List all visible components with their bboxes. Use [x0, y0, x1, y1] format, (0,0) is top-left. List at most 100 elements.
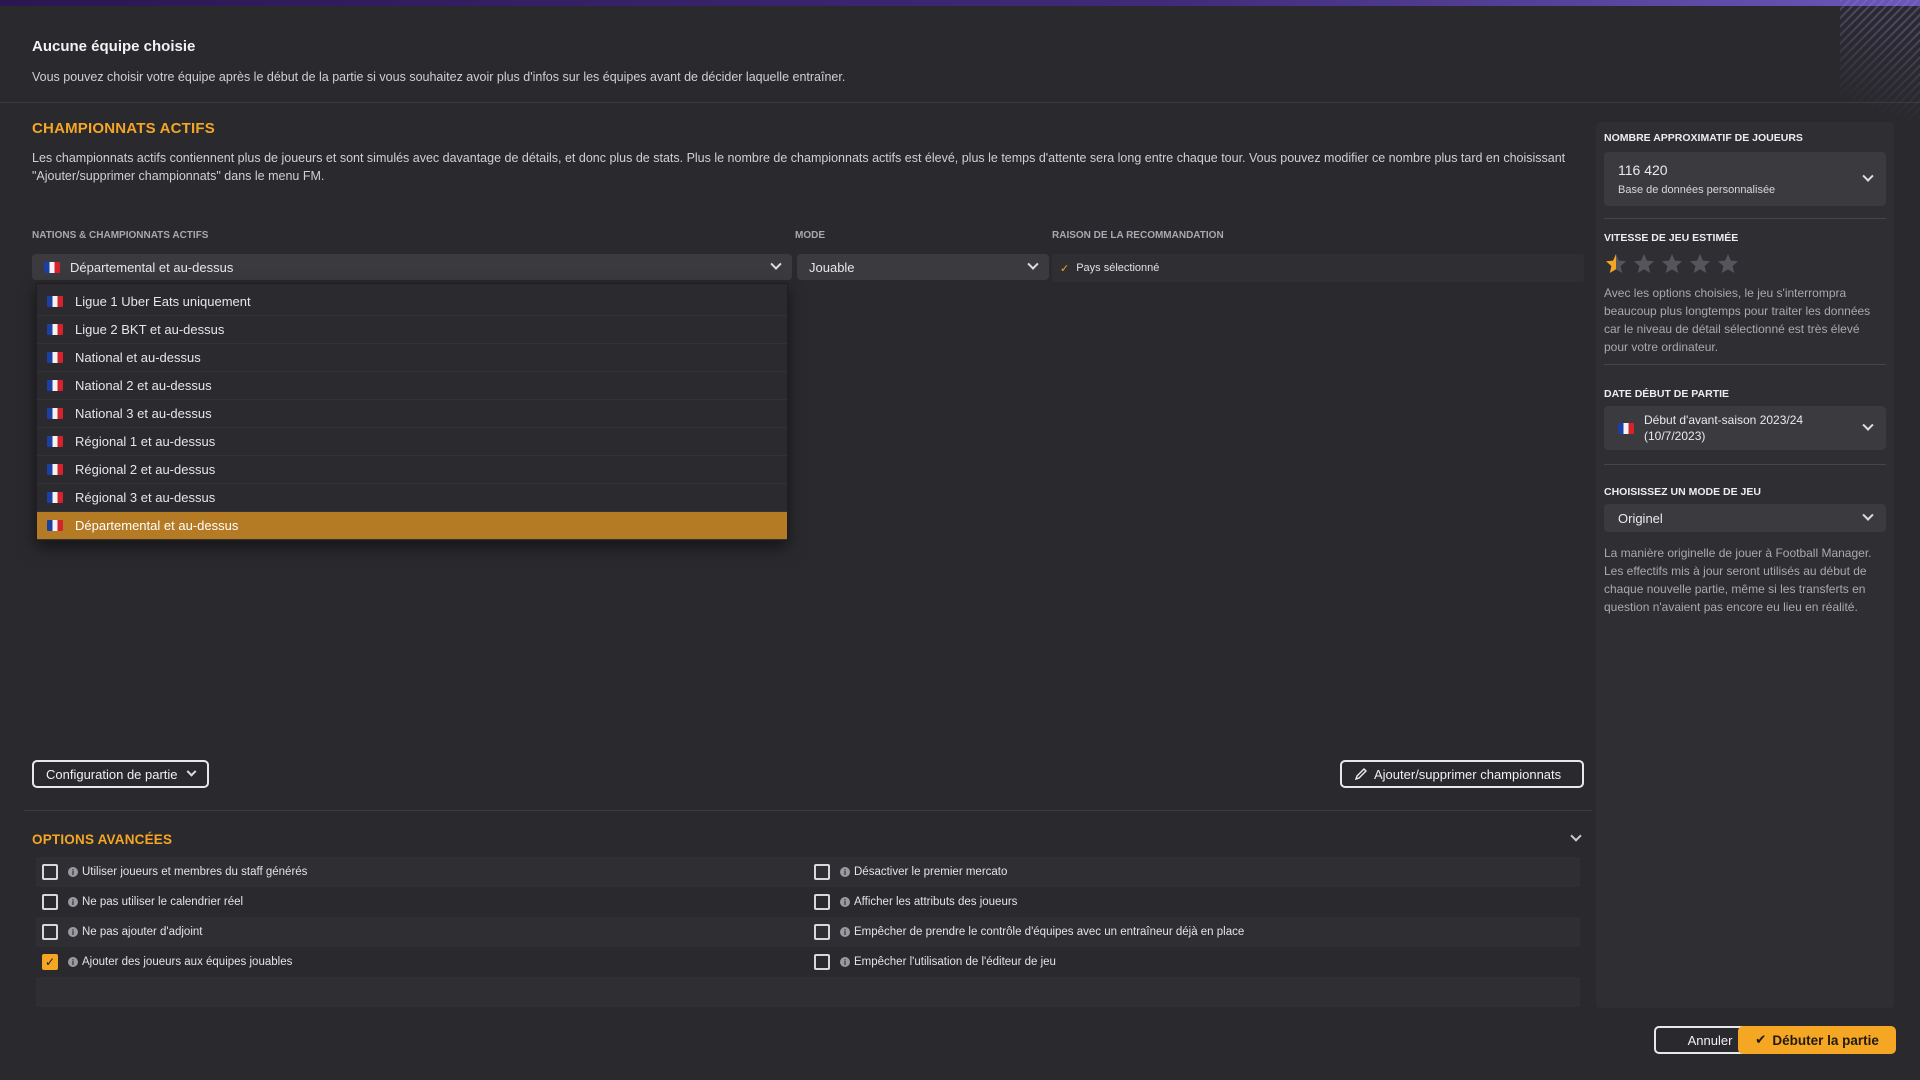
header-divider — [0, 102, 1920, 103]
mode-select-value: Jouable — [809, 259, 855, 275]
checkbox[interactable] — [814, 864, 830, 880]
option-add-players[interactable]: ✓ i Ajouter des joueurs aux équipes jouabl… — [36, 947, 808, 977]
sidebar-divider — [1604, 464, 1886, 465]
active-leagues-section: CHAMPIONNATS ACTIFS Les championnats act… — [32, 120, 1584, 185]
game-config-button-label: Configuration de partie — [46, 766, 178, 782]
players-count-select[interactable]: 116 420 Base de données personnalisée — [1604, 152, 1886, 206]
france-flag-icon — [47, 408, 63, 419]
start-date-label: DATE DÉBUT DE PARTIE — [1604, 388, 1730, 400]
dropdown-item[interactable]: Régional 1 et au-dessus — [37, 428, 787, 456]
dropdown-item[interactable]: Ligue 1 Uber Eats uniquement — [37, 288, 787, 316]
option-label: Désactiver le premier mercato — [854, 866, 1008, 878]
game-speed-label: VITESSE DE JEU ESTIMÉE — [1604, 232, 1739, 244]
sidebar-divider — [1604, 364, 1886, 365]
option-show-attributes[interactable]: i Afficher les attributs des joueurs — [808, 887, 1580, 917]
page-subtitle: Vous pouvez choisir votre équipe après l… — [32, 70, 846, 84]
mode-column-label: MODE — [795, 230, 825, 241]
chevron-down-icon — [1027, 258, 1039, 270]
info-icon[interactable]: i — [840, 897, 850, 907]
page-header: Aucune équipe choisie Vous pouvez choisi… — [32, 38, 1872, 84]
option-prevent-editor[interactable]: i Empêcher l'utilisation de l'éditeur de … — [808, 947, 1580, 977]
option-label: Empêcher l'utilisation de l'éditeur de j… — [854, 956, 1056, 968]
option-no-assistant[interactable]: i Ne pas ajouter d'adjoint — [36, 917, 808, 947]
reason-column-label: RAISON DE LA RECOMMANDATION — [1052, 230, 1224, 241]
checkbox[interactable] — [814, 894, 830, 910]
advanced-options-title: OPTIONS AVANCÉES — [32, 832, 173, 847]
start-date-value: Début d'avant-saison 2023/24 (10/7/2023) — [1644, 412, 1803, 444]
info-icon[interactable]: i — [68, 867, 78, 877]
checkbox[interactable] — [42, 864, 58, 880]
option-disable-first-window[interactable]: i Désactiver le premier mercato — [808, 857, 1580, 887]
dropdown-item-label: Régional 3 et au-dessus — [75, 490, 216, 505]
top-accent-band — [0, 0, 1920, 6]
france-flag-icon — [47, 464, 63, 475]
dropdown-item[interactable]: National 2 et au-dessus — [37, 372, 787, 400]
dropdown-item-label: Ligue 2 BKT et au-dessus — [75, 322, 225, 337]
france-flag-icon — [47, 324, 63, 335]
game-mode-select[interactable]: Originel — [1604, 504, 1886, 532]
check-icon: ✔ — [1755, 1032, 1767, 1047]
france-flag-icon — [47, 520, 63, 531]
option-no-real-calendar[interactable]: i Ne pas utiliser le calendrier réel — [36, 887, 808, 917]
dropdown-item[interactable]: National et au-dessus — [37, 344, 787, 372]
option-prevent-takeover[interactable]: i Empêcher de prendre le contrôle d'équip… — [808, 917, 1580, 947]
start-game-button[interactable]: ✔ Débuter la partie — [1738, 1026, 1896, 1054]
page-title: Aucune équipe choisie — [32, 38, 196, 55]
players-count-sub: Base de données personnalisée — [1618, 184, 1776, 196]
dropdown-item[interactable]: Ligue 2 BKT et au-dessus — [37, 316, 787, 344]
checkbox[interactable] — [42, 894, 58, 910]
info-icon[interactable]: i — [840, 867, 850, 877]
chevron-down-icon — [770, 258, 782, 270]
collapse-chevron-icon[interactable] — [1570, 830, 1582, 842]
recommendation-reason-text: Pays sélectionné — [1076, 262, 1160, 274]
option-label: Ajouter des joueurs aux équipes jouables — [82, 956, 293, 968]
checkbox[interactable] — [814, 924, 830, 940]
info-icon[interactable]: i — [840, 957, 850, 967]
recommendation-reason: ✓ Pays sélectionné — [1052, 254, 1584, 282]
option-generated-players[interactable]: i Utiliser joueurs et membres du staff gé… — [36, 857, 808, 887]
dropdown-item-label: Départemental et au-dessus — [75, 518, 239, 533]
add-remove-leagues-button[interactable]: Ajouter/supprimer championnats — [1340, 760, 1584, 788]
start-date-line2: (10/7/2023) — [1644, 429, 1706, 443]
nations-column-label: NATIONS & CHAMPIONNATS ACTIFS — [32, 230, 209, 241]
players-count-content: 116 420 Base de données personnalisée — [1618, 162, 1775, 196]
dropdown-item-label: National et au-dessus — [75, 350, 201, 365]
checkbox[interactable] — [42, 924, 58, 940]
chevron-down-icon — [186, 766, 196, 777]
game-speed-rating — [1604, 252, 1740, 276]
pencil-icon — [1354, 768, 1367, 781]
info-icon[interactable]: i — [840, 927, 850, 937]
option-label: Empêcher de prendre le contrôle d'équipe… — [854, 926, 1245, 938]
france-flag-icon — [47, 352, 63, 363]
checkbox[interactable] — [814, 954, 830, 970]
start-date-select[interactable]: Début d'avant-saison 2023/24 (10/7/2023) — [1604, 406, 1886, 450]
game-speed-description: Avec les options choisies, le jeu s'inte… — [1604, 286, 1871, 354]
checkbox-checked[interactable]: ✓ — [42, 954, 58, 970]
france-flag-icon — [47, 296, 63, 307]
players-count-value: 116 420 — [1618, 162, 1668, 178]
info-icon[interactable]: i — [68, 957, 78, 967]
dropdown-item[interactable]: National 3 et au-dessus — [37, 400, 787, 428]
chevron-down-icon — [1862, 509, 1874, 521]
star-half-icon — [1606, 254, 1626, 273]
france-flag-icon — [1618, 422, 1634, 434]
mode-select[interactable]: Jouable — [797, 254, 1049, 280]
option-label: Ne pas ajouter d'adjoint — [82, 926, 203, 938]
france-flag-icon — [47, 436, 63, 447]
dropdown-item[interactable]: Régional 2 et au-dessus — [37, 456, 787, 484]
settings-sidebar: NOMBRE APPROXIMATIF DE JOUEURS 116 420 B… — [1596, 122, 1894, 1008]
nation-league-select[interactable]: Départemental et au-dessus — [32, 254, 792, 280]
start-date-line1: Début d'avant-saison 2023/24 — [1644, 413, 1804, 427]
dropdown-item[interactable]: Régional 3 et au-dessus — [37, 484, 787, 512]
info-icon[interactable]: i — [68, 927, 78, 937]
dropdown-item-label: National 2 et au-dessus — [75, 378, 212, 393]
france-flag-icon — [47, 492, 63, 503]
dropdown-item-selected[interactable]: Départemental et au-dessus — [37, 512, 787, 540]
options-row: i Ne pas ajouter d'adjoint i Empêcher de p… — [36, 917, 1580, 947]
option-label: Utiliser joueurs et membres du staff gén… — [82, 866, 308, 878]
info-icon[interactable]: i — [68, 897, 78, 907]
game-config-button[interactable]: Configuration de partie — [32, 760, 209, 788]
chevron-down-icon — [1862, 419, 1874, 431]
option-label: Afficher les attributs des joueurs — [854, 896, 1018, 908]
france-flag-icon — [47, 380, 63, 391]
